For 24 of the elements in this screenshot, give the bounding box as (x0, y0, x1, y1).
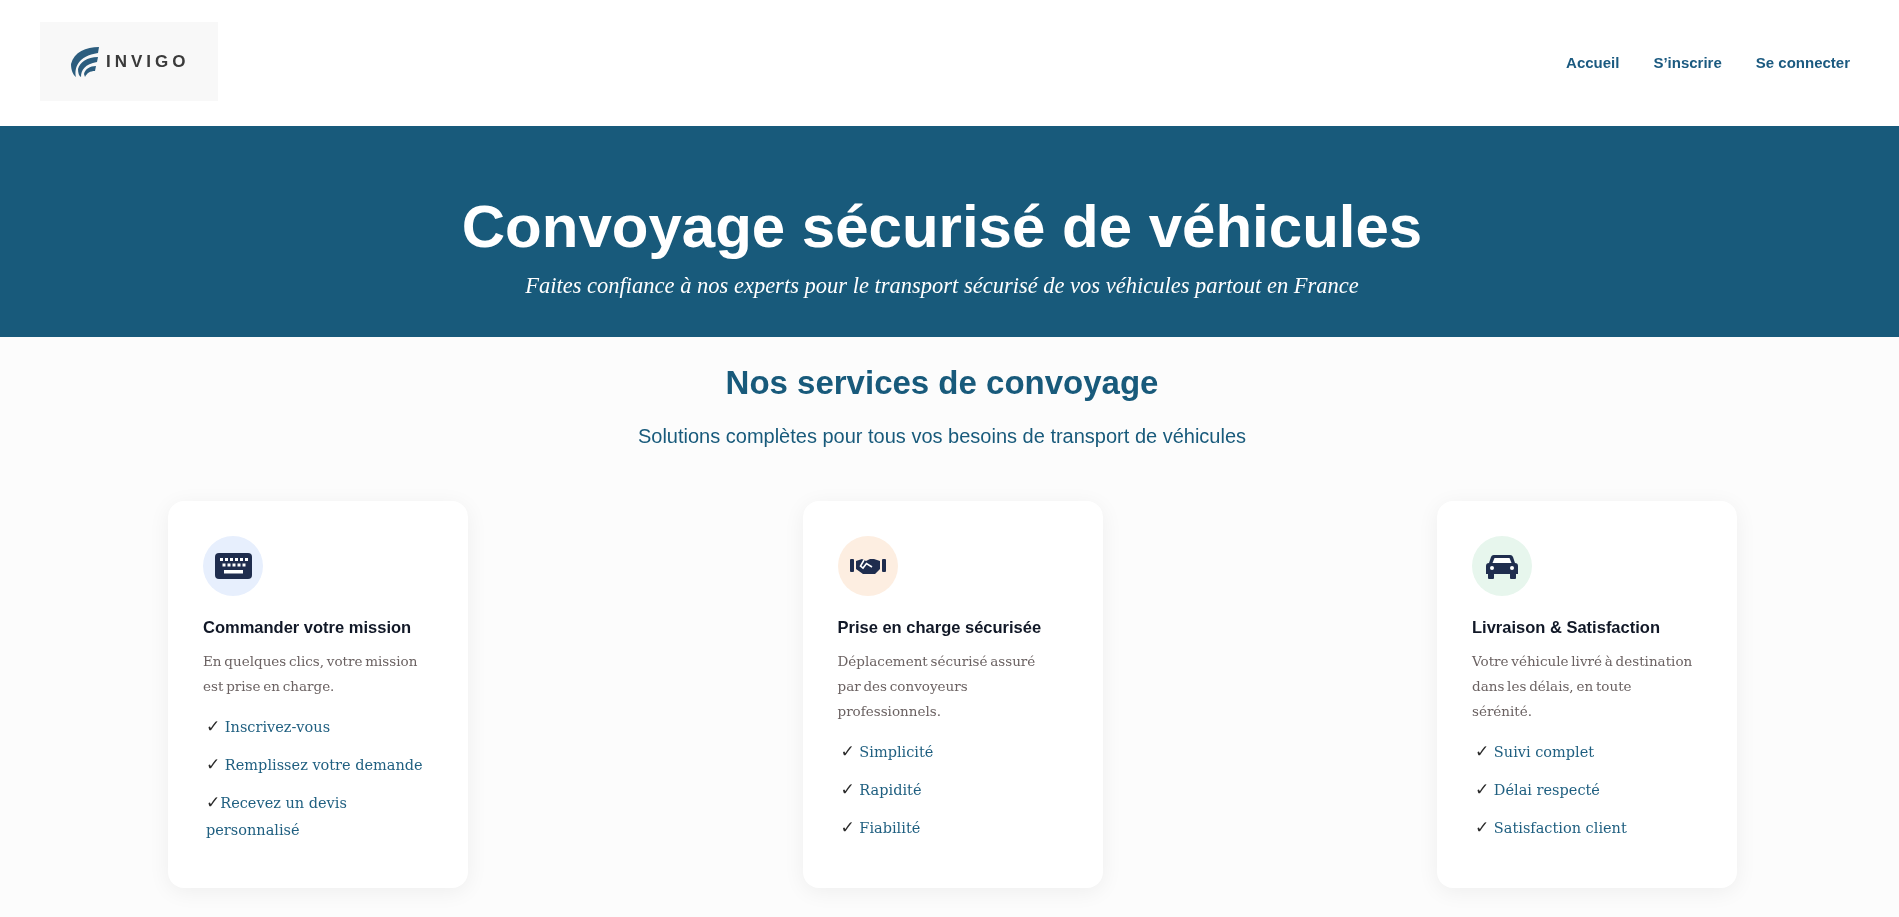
card-description: Votre véhicule livré à destination dans les délais, en toute sérénité. (1472, 652, 1693, 721)
nav-link[interactable]: Se connecter (1755, 53, 1850, 73)
checklist-item: ✓ Fiabilité (840, 816, 922, 839)
checklist-item: ✓ Délai respecté (1475, 778, 1601, 801)
section-subtitle: Solutions complètes pour tous vos besoins de transport de véhicules (637, 424, 1247, 449)
checklist-item: ✓ Simplicité (840, 740, 935, 763)
card-description: En quelques clics, votre mission est prise en charge. (203, 652, 419, 696)
checklist-item: ✓Recevez un devis personnalisé (206, 791, 348, 840)
checklist-item: ✓ Remplissez votre demande (206, 753, 424, 776)
nav-link[interactable]: S’inscrire (1653, 53, 1722, 73)
hero-subtitle: Faites confiance à nos experts pour le transport sécurisé de vos véhicules partout en France (525, 272, 1359, 300)
checklist-item: ✓ Suivi complet (1475, 740, 1596, 763)
logo[interactable]: INVIGO (40, 22, 218, 101)
hero-title: Convoyage sécurisé de véhicules (461, 197, 1423, 257)
card-title: Commander votre mission (203, 617, 413, 638)
card-title: Livraison & Satisfaction (1472, 617, 1661, 638)
checklist-item: ✓ Inscrivez-vous (206, 715, 332, 738)
card-title: Prise en charge sécurisée (837, 617, 1043, 638)
logo-swoosh-icon (70, 45, 100, 78)
section-title: Nos services de convoyage (725, 363, 1159, 403)
checklist-item: ✓ Satisfaction client (1475, 816, 1628, 839)
card-description: Déplacement sécurisé assuré par des convoyeurs professionnels. (837, 652, 1037, 721)
nav-link[interactable]: Accueil (1566, 53, 1620, 73)
checklist-item: ✓ Rapidité (840, 778, 923, 801)
